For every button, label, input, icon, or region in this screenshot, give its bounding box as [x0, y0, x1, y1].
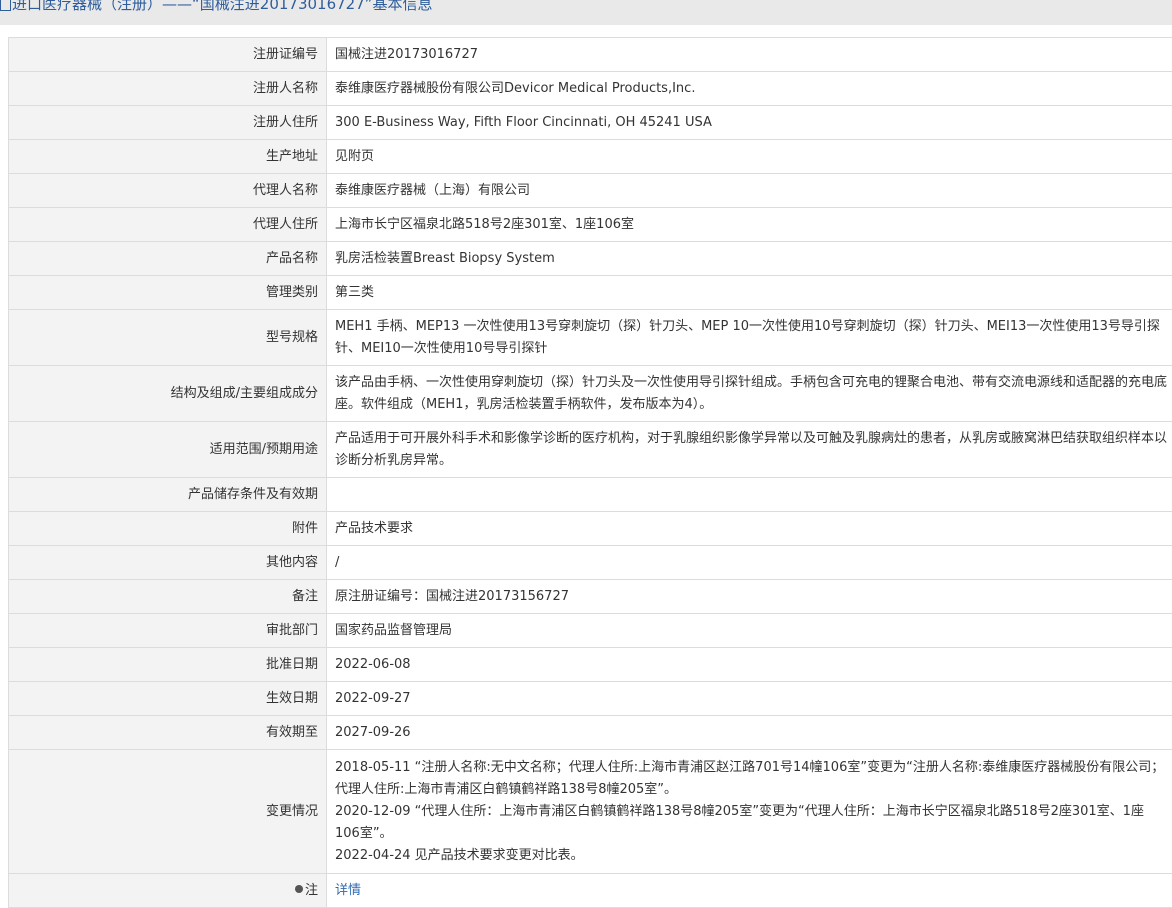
field-value: /	[327, 546, 1172, 580]
field-label: 注册证编号	[9, 38, 327, 72]
table-row: 生产地址见附页	[9, 140, 1172, 174]
field-value: 该产品由手柄、一次性使用穿刺旋切（探）针刀头及一次性使用导引探针组成。手柄包含可…	[327, 366, 1172, 422]
field-value: 产品适用于可开展外科手术和影像学诊断的医疗机构，对于乳腺组织影像学异常以及可触及…	[327, 422, 1172, 478]
field-value: 乳房活检装置Breast Biopsy System	[327, 242, 1172, 276]
table-row: 注册证编号国械注进20173016727	[9, 38, 1172, 72]
page-title: 进口医疗器械（注册）——“国械注进20173016727”基本信息	[0, 0, 433, 14]
note-label-cell: 注	[9, 874, 327, 908]
field-value: 国家药品监督管理局	[327, 614, 1172, 648]
table-row: 审批部门国家药品监督管理局	[9, 614, 1172, 648]
table-row: 生效日期2022-09-27	[9, 682, 1172, 716]
document-icon	[0, 0, 11, 11]
field-label: 注册人名称	[9, 72, 327, 106]
field-value: 泰维康医疗器械（上海）有限公司	[327, 174, 1172, 208]
field-value: 泰维康医疗器械股份有限公司Devicor Medical Products,In…	[327, 72, 1172, 106]
field-value: 2022-06-08	[327, 648, 1172, 682]
field-label: 批准日期	[9, 648, 327, 682]
field-label: 代理人住所	[9, 208, 327, 242]
field-label: 产品名称	[9, 242, 327, 276]
field-value: 原注册证编号：国械注进20173156727	[327, 580, 1172, 614]
field-value: 300 E-Business Way, Fifth Floor Cincinna…	[327, 106, 1172, 140]
field-value: 国械注进20173016727	[327, 38, 1172, 72]
field-label: 管理类别	[9, 276, 327, 310]
field-label: 注册人住所	[9, 106, 327, 140]
change-entry: 2020-12-09 “代理人住所：上海市青浦区白鹤镇鹤祥路138号8幢205室…	[335, 801, 1167, 845]
table-row: 产品储存条件及有效期	[9, 478, 1172, 512]
field-label: 适用范围/预期用途	[9, 422, 327, 478]
field-label: 附件	[9, 512, 327, 546]
field-value: 产品技术要求	[327, 512, 1172, 546]
field-label: 其他内容	[9, 546, 327, 580]
table-row-changes: 变更情况 2018-05-11 “注册人名称:无中文名称；代理人住所:上海市青浦…	[9, 750, 1172, 874]
table-row-note: 注 详情	[9, 874, 1172, 908]
field-label: 审批部门	[9, 614, 327, 648]
table-row: 其他内容/	[9, 546, 1172, 580]
page-title-text: 进口医疗器械（注册）——“国械注进20173016727”基本信息	[12, 0, 433, 13]
table-row: 产品名称乳房活检装置Breast Biopsy System	[9, 242, 1172, 276]
table-row: 附件产品技术要求	[9, 512, 1172, 546]
table-row: 备注原注册证编号：国械注进20173156727	[9, 580, 1172, 614]
info-table: 注册证编号国械注进20173016727 注册人名称泰维康医疗器械股份有限公司D…	[8, 37, 1172, 908]
change-entry: 2022-04-24 见产品技术要求变更对比表。	[335, 845, 1167, 867]
field-label: 有效期至	[9, 716, 327, 750]
table-row: 有效期至2027-09-26	[9, 716, 1172, 750]
details-link[interactable]: 详情	[335, 883, 361, 898]
note-label: 注	[305, 883, 318, 898]
field-label: 备注	[9, 580, 327, 614]
table-row: 管理类别第三类	[9, 276, 1172, 310]
field-label: 生效日期	[9, 682, 327, 716]
field-value: 上海市长宁区福泉北路518号2座301室、1座106室	[327, 208, 1172, 242]
table-row: 代理人名称泰维康医疗器械（上海）有限公司	[9, 174, 1172, 208]
field-label: 型号规格	[9, 310, 327, 366]
lightbulb-icon	[295, 885, 303, 893]
field-label: 代理人名称	[9, 174, 327, 208]
field-value: 见附页	[327, 140, 1172, 174]
table-row: 代理人住所上海市长宁区福泉北路518号2座301室、1座106室	[9, 208, 1172, 242]
note-value-cell: 详情	[327, 874, 1172, 908]
table-row: 批准日期2022-06-08	[9, 648, 1172, 682]
field-label: 产品储存条件及有效期	[9, 478, 327, 512]
field-label: 变更情况	[9, 750, 327, 874]
table-row: 注册人名称泰维康医疗器械股份有限公司Devicor Medical Produc…	[9, 72, 1172, 106]
table-row: 适用范围/预期用途产品适用于可开展外科手术和影像学诊断的医疗机构，对于乳腺组织影…	[9, 422, 1172, 478]
changes-value: 2018-05-11 “注册人名称:无中文名称；代理人住所:上海市青浦区赵江路7…	[327, 750, 1172, 874]
change-entry: 2018-05-11 “注册人名称:无中文名称；代理人住所:上海市青浦区赵江路7…	[335, 757, 1167, 801]
table-row: 结构及组成/主要组成成分该产品由手柄、一次性使用穿刺旋切（探）针刀头及一次性使用…	[9, 366, 1172, 422]
table-row: 型号规格MEH1 手柄、MEP13 一次性使用13号穿刺旋切（探）针刀头、MEP…	[9, 310, 1172, 366]
field-value: 第三类	[327, 276, 1172, 310]
field-label: 生产地址	[9, 140, 327, 174]
field-label: 结构及组成/主要组成成分	[9, 366, 327, 422]
field-value: 2027-09-26	[327, 716, 1172, 750]
field-value: MEH1 手柄、MEP13 一次性使用13号穿刺旋切（探）针刀头、MEP 10一…	[327, 310, 1172, 366]
field-value	[327, 478, 1172, 512]
field-value: 2022-09-27	[327, 682, 1172, 716]
page-header: 进口医疗器械（注册）——“国械注进20173016727”基本信息	[0, 0, 1172, 25]
table-row: 注册人住所300 E-Business Way, Fifth Floor Cin…	[9, 106, 1172, 140]
